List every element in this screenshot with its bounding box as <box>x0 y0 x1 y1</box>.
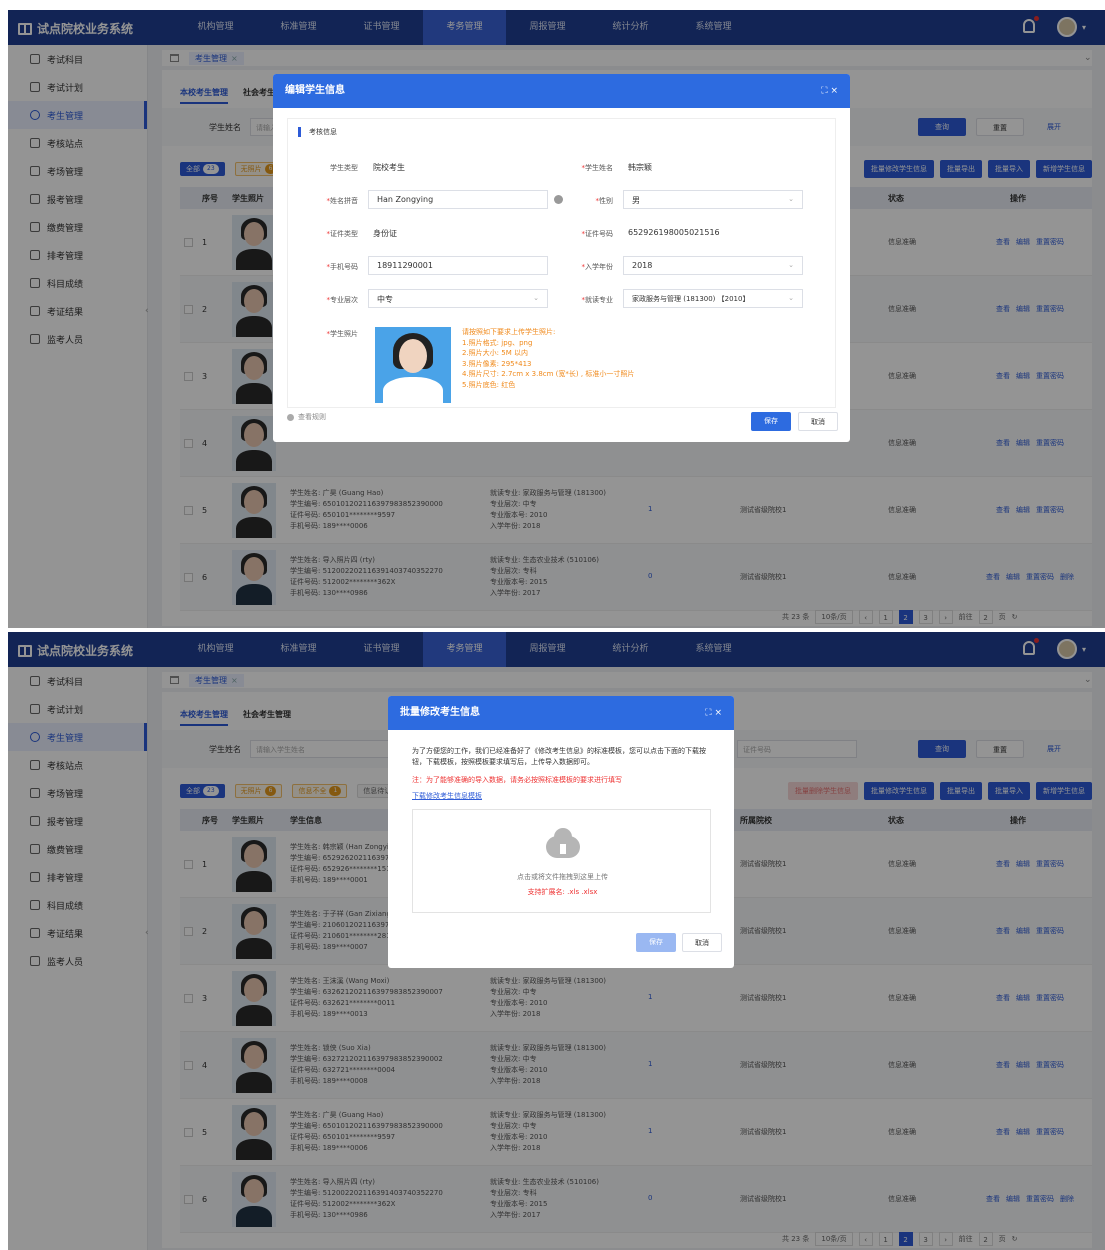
student-photo-upload[interactable] <box>375 327 451 403</box>
modal-header: 编辑学生信息 ⛶ × <box>273 74 850 108</box>
cloud-upload-icon <box>546 828 580 858</box>
chevron-down-icon: ⌄ <box>788 294 794 302</box>
level-label: *专业层次 <box>326 296 359 304</box>
modal-header: 批量修改考生信息 ⛶ × <box>388 696 734 730</box>
photo-requirements: 请按照如下要求上传学生照片: 1.照片格式: jpg、png 2.照片大小: 5… <box>462 328 635 389</box>
edit-student-modal: 编辑学生信息 ⛶ × 考核信息 学生类型 院校考生 *学生姓名 韩宗颖 *姓名拼音… <box>273 74 850 442</box>
student-name-label: *学生姓名 <box>581 164 614 172</box>
exam-info-section: 考核信息 学生类型 院校考生 *学生姓名 韩宗颖 *姓名拼音 Han Zongy… <box>287 118 836 408</box>
photo-label: *学生照片 <box>326 330 359 338</box>
fullscreen-close-icons[interactable]: ⛶ × <box>821 74 838 108</box>
year-select[interactable]: 2018 ⌄ <box>623 256 803 275</box>
student-name-value: 韩宗颖 <box>628 163 652 172</box>
idtype-label: *证件类型 <box>326 230 359 238</box>
batch-edit-modal: 批量修改考生信息 ⛶ × 为了方便您的工作，我们已经准备好了《修改考生信息》的标准… <box>388 696 734 968</box>
pinyin-label: *姓名拼音 <box>326 197 359 205</box>
major-select[interactable]: 家政服务与管理 (181300) 【2010】 ⌄ <box>623 289 803 308</box>
pinyin-input[interactable]: Han Zongying <box>368 190 563 209</box>
drop-hint: 点击或将文件拖拽到这里上传 <box>517 873 608 881</box>
modal-title: 批量修改考生信息 <box>400 707 480 718</box>
phone-label: *手机号码 <box>326 263 359 271</box>
modal-title: 编辑学生信息 <box>285 85 345 96</box>
phone-input[interactable]: 18911290001 <box>368 256 548 275</box>
major-label: *就读专业 <box>581 296 614 304</box>
section-title: 考核信息 <box>298 127 337 137</box>
idno-label: *证件号码 <box>581 230 614 238</box>
idtype-value: 身份证 <box>373 229 397 238</box>
level-select[interactable]: 中专 ⌄ <box>368 289 548 308</box>
screen-batch-edit: 试点院校业务系统 机构管理 标准管理 证书管理 考务管理 周报管理 统计分析 系… <box>8 632 1105 1250</box>
idno-value: 652926198005021516 <box>628 228 720 237</box>
screen-edit-student: 试点院校业务系统 机构管理 标准管理 证书管理 考务管理 周报管理 统计分析 系… <box>8 10 1105 628</box>
batch-description: 为了方便您的工作，我们已经准备好了《修改考生信息》的标准模板，您可以点击下面的下… <box>412 747 706 766</box>
fullscreen-close-icons[interactable]: ⛶ × <box>705 696 722 730</box>
chevron-down-icon: ⌄ <box>533 294 539 302</box>
info-icon <box>287 413 294 421</box>
batch-warning: 注：为了能够准确的导入数据，请务必按照标准模板的要求进行填写 <box>412 776 622 784</box>
cancel-button[interactable]: 取消 <box>682 933 722 952</box>
student-type-value: 院校考生 <box>373 163 405 172</box>
year-label: *入学年份 <box>581 263 614 271</box>
cancel-button[interactable]: 取消 <box>798 412 838 431</box>
save-button[interactable]: 保存 <box>636 933 676 952</box>
view-rules-link[interactable]: 查看规则 <box>287 412 326 422</box>
gender-label: *性别 <box>595 197 614 205</box>
chevron-down-icon: ⌄ <box>788 261 794 269</box>
gender-select[interactable]: 男 ⌄ <box>623 190 803 209</box>
file-drop-zone[interactable]: 点击或将文件拖拽到这里上传 支持扩展名: .xls .xlsx <box>412 809 711 913</box>
extension-hint: 支持扩展名: .xls .xlsx <box>527 888 598 896</box>
student-type-label: 学生类型 <box>330 164 358 172</box>
save-button[interactable]: 保存 <box>751 412 791 431</box>
download-template-link[interactable]: 下载修改考生信息模板 <box>412 791 482 801</box>
chevron-down-icon: ⌄ <box>788 195 794 203</box>
